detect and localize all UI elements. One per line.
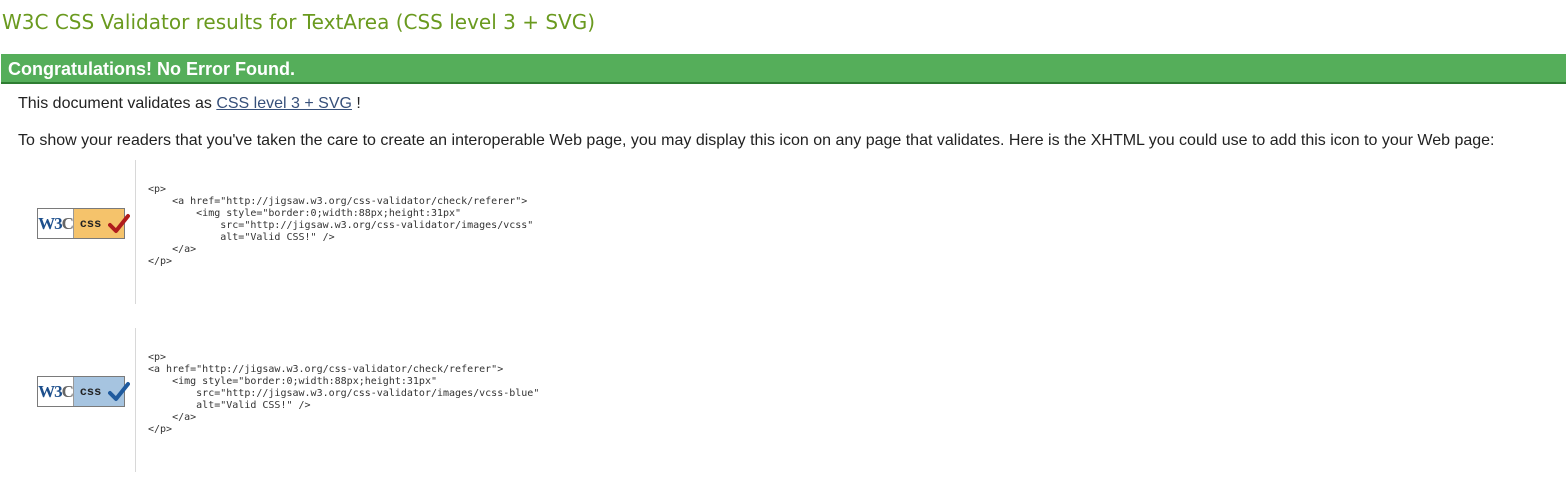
valid-css-blue-badge-icon: W3C css [37,376,130,407]
code-divider [135,160,136,304]
w3c-logo-icon: W3C [38,377,74,406]
valid-css-gold-badge-icon: W3C css [37,208,130,239]
badge-info-text: To show your readers that you've taken t… [18,132,1495,149]
checkmark-icon [108,382,130,401]
success-banner-text: Congratulations! No Error Found. [8,59,295,79]
page-title: W3C CSS Validator results for TextArea (… [2,10,595,34]
badge-code-snippet: <p> <a href="http://jigsaw.w3.org/css-va… [148,184,534,267]
code-divider [135,328,136,472]
badge-block-gold: W3C css <p> <a href="http://jigsaw.w3.or… [0,160,900,304]
css-profile-link[interactable]: CSS level 3 + SVG [216,95,352,112]
checkmark-icon [108,214,130,233]
validates-suffix: ! [351,95,361,112]
success-banner: Congratulations! No Error Found. [1,54,1566,84]
badge-code-snippet: <p> <a href="http://jigsaw.w3.org/css-va… [148,352,540,435]
w3c-logo-icon: W3C [38,209,74,238]
css-label: css [74,209,130,238]
badge-block-blue: W3C css <p> <a href="http://jigsaw.w3.or… [0,328,900,472]
css-label: css [74,377,130,406]
validates-prefix: This document validates as [18,95,217,112]
validates-statement: This document validates as CSS level 3 +… [18,94,361,114]
